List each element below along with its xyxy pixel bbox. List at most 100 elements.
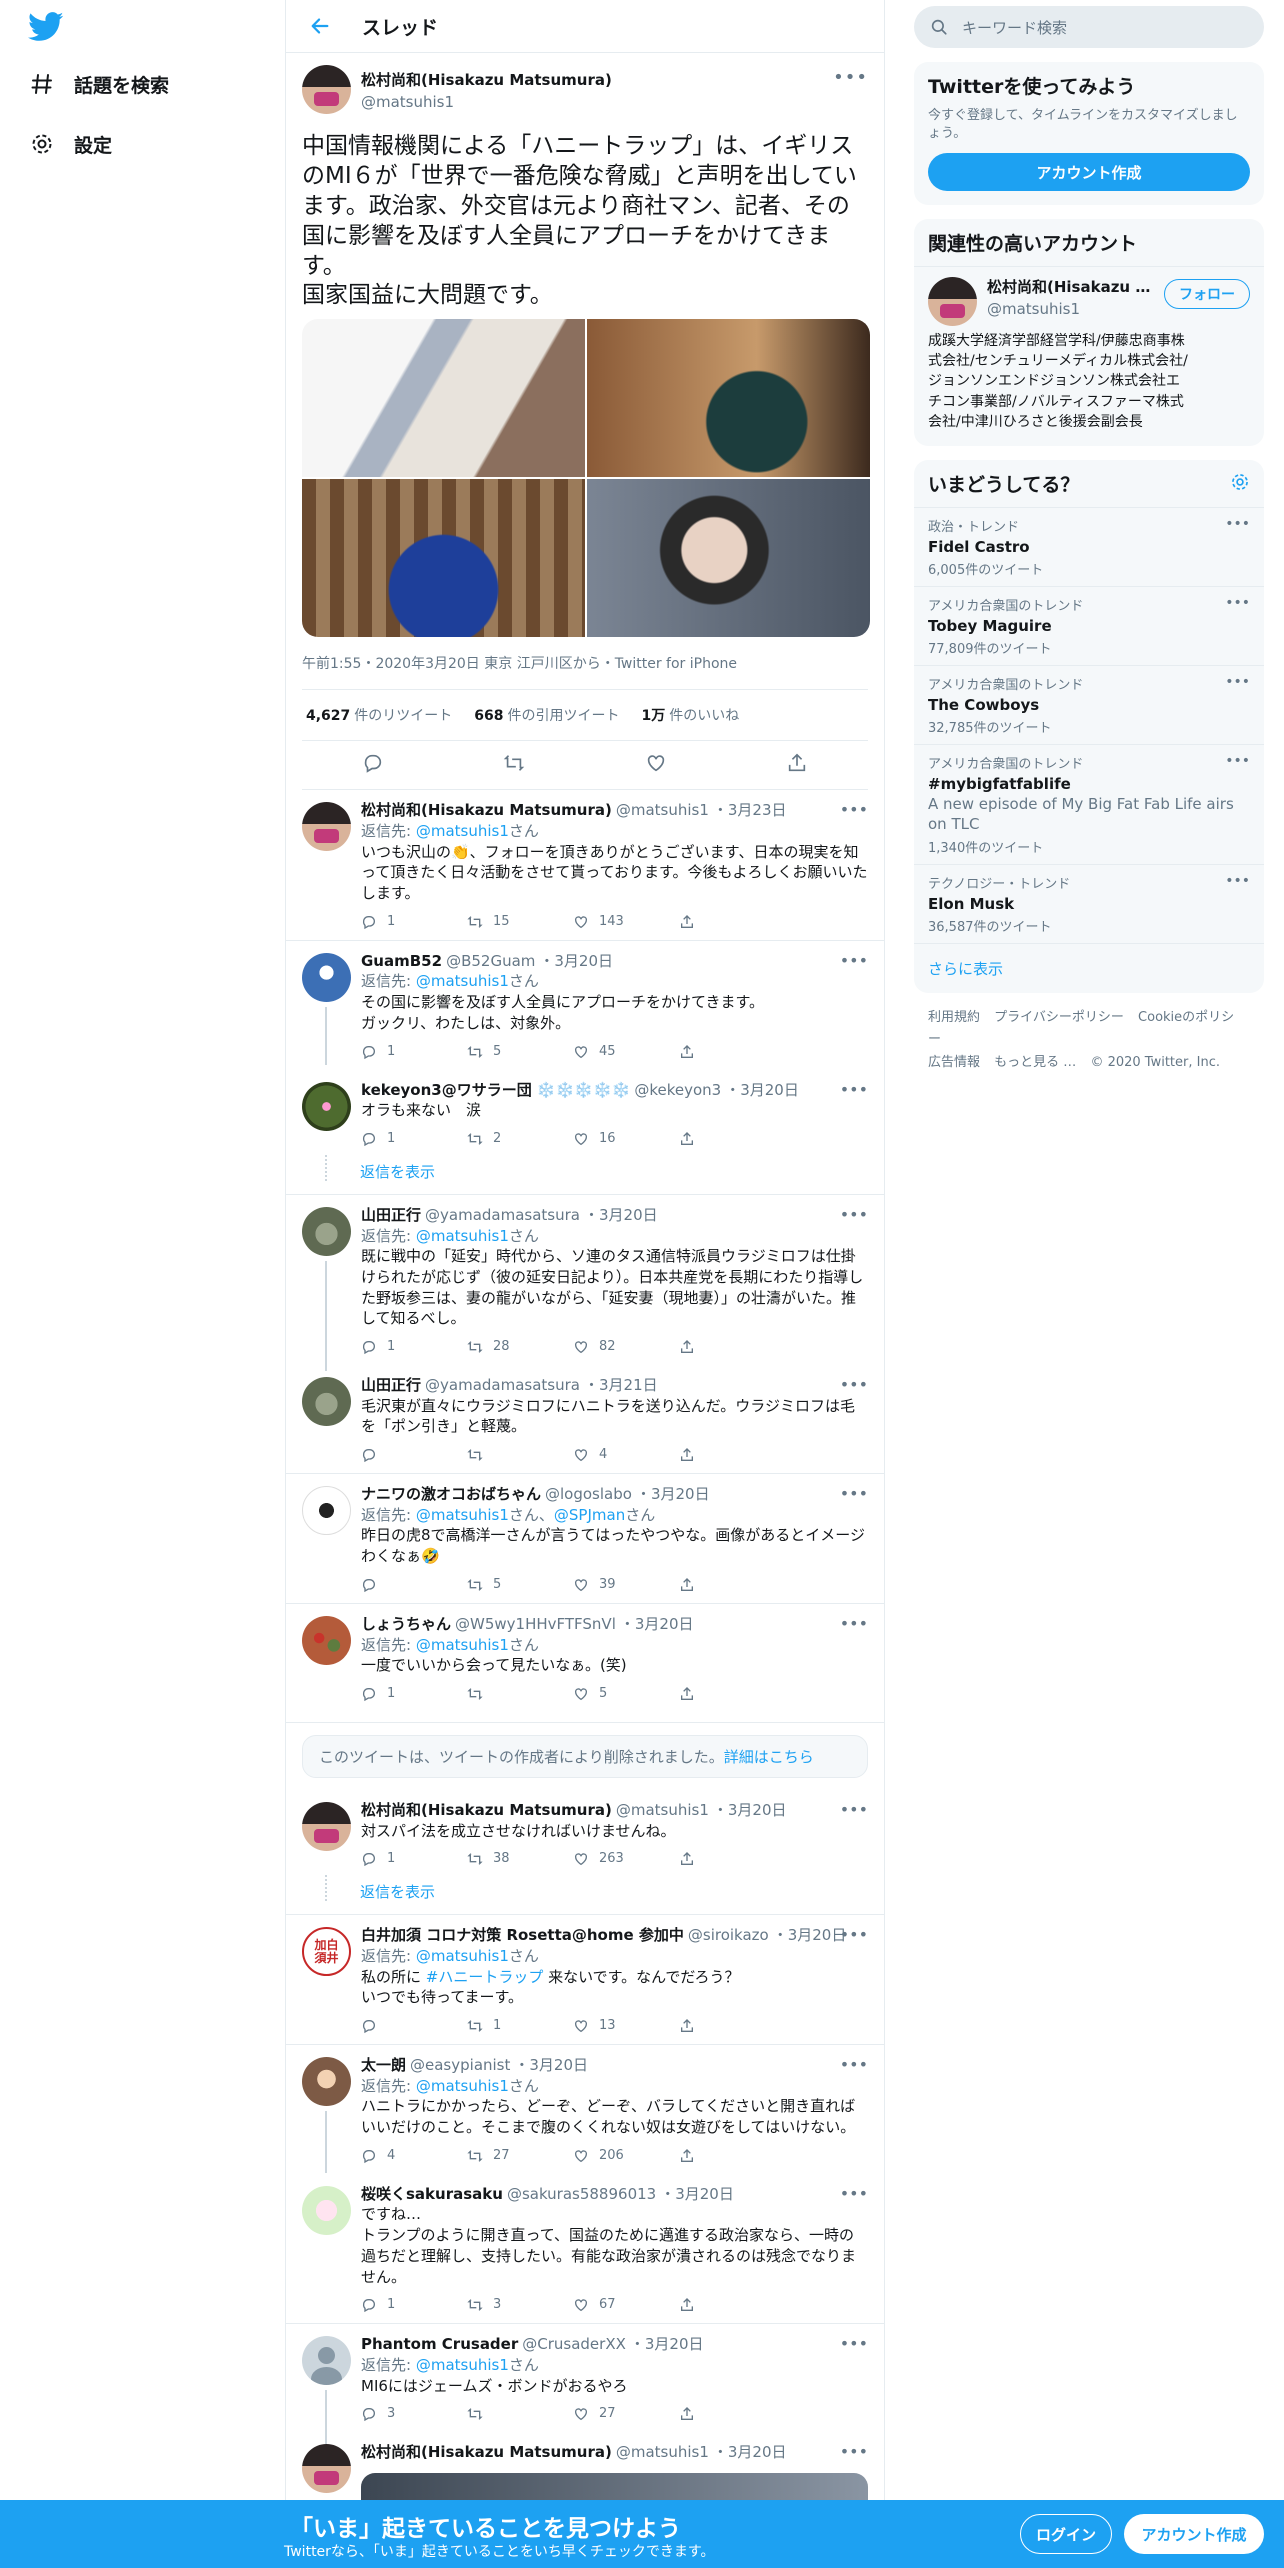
retweet-icon[interactable] <box>503 752 525 778</box>
twitter-logo-icon[interactable] <box>28 12 64 42</box>
retweet-button[interactable]: 5 <box>467 1043 573 1061</box>
share-button[interactable] <box>679 1851 785 1867</box>
avatar[interactable] <box>302 65 351 114</box>
login-button[interactable]: ログイン <box>1020 2514 1112 2554</box>
more-options-icon[interactable]: ••• <box>1225 674 1250 690</box>
share-icon[interactable] <box>786 752 808 778</box>
reply-date[interactable]: ・3月20日 <box>636 1484 710 1505</box>
avatar[interactable] <box>302 2185 351 2235</box>
author-name[interactable]: 松村尚和(Hisakazu Matsumura) <box>361 69 612 90</box>
relevant-account[interactable]: 松村尚和(Hisakazu Matsumura) @matsuhis1 成蹊大学… <box>914 267 1264 446</box>
mention-link[interactable]: @matsuhis1 <box>416 822 509 840</box>
reply-date[interactable]: ・3月20日 <box>660 2184 734 2205</box>
more-options-icon[interactable]: ••• <box>840 1800 868 1819</box>
reply-author-name[interactable]: 白井加須 コロナ対策 Rosetta@home 参加中 <box>361 1925 684 1946</box>
gear-icon[interactable] <box>1230 472 1250 496</box>
share-button[interactable] <box>679 2297 785 2313</box>
create-account-button[interactable]: アカウント作成 <box>928 153 1250 192</box>
reply-date[interactable]: ・3月21日 <box>584 1375 658 1396</box>
reply-button[interactable] <box>361 1577 467 1593</box>
reply-author-handle[interactable]: @matsuhis1 <box>616 1800 709 1821</box>
more-options-icon[interactable]: ••• <box>840 1205 868 1224</box>
footer-link-privacy[interactable]: プライバシーポリシー <box>994 1010 1124 1025</box>
reply-author-handle[interactable]: @yamadamasatsura <box>425 1375 580 1396</box>
like-button[interactable]: 143 <box>573 913 679 931</box>
reply-tweet[interactable]: 加白 須井 白井加須 コロナ対策 Rosetta@home 参加中 @siroik… <box>286 1915 884 2046</box>
reply-author-name[interactable]: ナニワの激オコおばちゃん <box>361 1484 541 1505</box>
reply-author-handle[interactable]: @matsuhis1 <box>616 800 709 821</box>
like-button[interactable]: 45 <box>573 1043 679 1061</box>
like-button[interactable]: 67 <box>573 2296 679 2314</box>
share-button[interactable] <box>679 1686 785 1702</box>
reply-date[interactable]: ・3月20日 <box>630 2334 704 2355</box>
mention-link[interactable]: @matsuhis1 <box>416 972 509 990</box>
more-options-icon[interactable]: ••• <box>1225 516 1250 532</box>
avatar[interactable] <box>302 1081 351 1131</box>
reply-button[interactable]: 3 <box>361 2405 467 2423</box>
reply-button[interactable]: 1 <box>361 1043 467 1061</box>
footer-link-more[interactable]: もっと見る … <box>994 1055 1076 1070</box>
share-button[interactable] <box>679 1131 785 1147</box>
like-button[interactable]: 4 <box>573 1446 679 1464</box>
avatar[interactable] <box>302 2057 351 2107</box>
like-button[interactable]: 16 <box>573 1130 679 1148</box>
reply-author-handle[interactable]: @siroikazo <box>688 1925 769 1946</box>
more-options-icon[interactable]: ••• <box>1225 753 1250 769</box>
reply-date[interactable]: ・3月20日 <box>539 951 613 972</box>
reply-author-handle[interactable]: @easypianist <box>410 2055 510 2076</box>
share-button[interactable] <box>679 2018 785 2034</box>
avatar[interactable] <box>928 277 977 327</box>
like-button[interactable]: 206 <box>573 2147 679 2165</box>
reply-date[interactable]: ・3月20日 <box>773 1925 847 1946</box>
reply-author-name[interactable]: 太一朗 <box>361 2055 406 2076</box>
reply-date[interactable]: ・3月20日 <box>713 2442 787 2463</box>
mention-link[interactable]: @matsuhis1 <box>416 1947 509 1965</box>
reply-tweet[interactable]: 山田正行 @yamadamasatsura ・3月21日 毛沢東が直々にウラジミロフ… <box>286 1365 884 1475</box>
share-button[interactable] <box>679 1044 785 1060</box>
reply-author-name[interactable]: Phantom Crusader <box>361 2334 518 2355</box>
reply-tweet[interactable]: 太一朗 @easypianist ・3月20日 返信先: @matsuhis1さん … <box>286 2045 884 2174</box>
like-button[interactable]: 13 <box>573 2017 679 2035</box>
reply-tweet[interactable]: 松村尚和(Hisakazu Matsumura) @matsuhis1 ・3月20日… <box>286 1790 884 1877</box>
more-options-icon[interactable]: ••• <box>840 800 868 819</box>
author-handle[interactable]: @matsuhis1 <box>361 93 612 111</box>
mention-link[interactable]: @SPJman <box>554 1506 625 1524</box>
reply-author-name[interactable]: 桜咲くsakurasaku <box>361 2184 503 2205</box>
more-options-icon[interactable]: ••• <box>840 2055 868 2074</box>
reply-button[interactable]: 1 <box>361 1685 467 1703</box>
quote-count[interactable]: 668 件の引用ツイート <box>474 705 619 725</box>
search-input[interactable]: キーワード検索 <box>914 6 1264 48</box>
reply-button[interactable]: 1 <box>361 1130 467 1148</box>
nav-explore[interactable]: 話題を検索 <box>28 66 169 102</box>
tweet-photo[interactable] <box>587 319 870 478</box>
share-button[interactable] <box>679 2148 785 2164</box>
show-replies-link[interactable]: 返信を表示 <box>286 1875 884 1916</box>
reply-tweet[interactable]: GuamB52 @B52Guam ・3月20日 返信先: @matsuhis1さん … <box>286 941 884 1070</box>
more-options-icon[interactable]: ••• <box>840 1375 868 1394</box>
reply-author-name[interactable]: kekeyon3@ワサラー団 ❄️❄️❄️❄️❄️ <box>361 1080 630 1101</box>
reply-date[interactable]: ・3月20日 <box>713 1800 787 1821</box>
mention-link[interactable]: @matsuhis1 <box>416 1636 509 1654</box>
share-button[interactable] <box>679 2406 785 2422</box>
reply-author-name[interactable]: 松村尚和(Hisakazu Matsumura) <box>361 1800 612 1821</box>
more-options-icon[interactable]: ••• <box>840 1484 868 1503</box>
reply-tweet[interactable]: 桜咲くsakurasaku @sakuras58896013 ・3月20日 ですね…… <box>286 2174 884 2325</box>
relevant-account-name[interactable]: 松村尚和(Hisakazu Matsumura) <box>987 277 1152 299</box>
share-button[interactable] <box>679 914 785 930</box>
tweet-photo[interactable] <box>587 479 870 638</box>
reply-author-name[interactable]: 松村尚和(Hisakazu Matsumura) <box>361 2442 612 2463</box>
like-icon[interactable] <box>645 752 667 778</box>
reply-button[interactable]: 1 <box>361 1338 467 1356</box>
reply-button[interactable]: 1 <box>361 2296 467 2314</box>
reply-author-handle[interactable]: @yamadamasatsura <box>425 1205 580 1226</box>
reply-button[interactable]: 1 <box>361 1850 467 1868</box>
reply-author-handle[interactable]: @kekeyon3 <box>634 1080 721 1101</box>
more-options-icon[interactable]: ••• <box>840 1080 868 1099</box>
show-more-link[interactable]: さらに表示 <box>914 944 1264 993</box>
more-options-icon[interactable]: ••• <box>840 1925 868 1944</box>
more-options-icon[interactable]: ••• <box>1225 873 1250 889</box>
more-options-icon[interactable]: ••• <box>833 67 868 88</box>
retweet-button[interactable]: 5 <box>467 1576 573 1594</box>
reply-date[interactable]: ・3月23日 <box>713 800 787 821</box>
reply-author-name[interactable]: GuamB52 <box>361 951 442 972</box>
